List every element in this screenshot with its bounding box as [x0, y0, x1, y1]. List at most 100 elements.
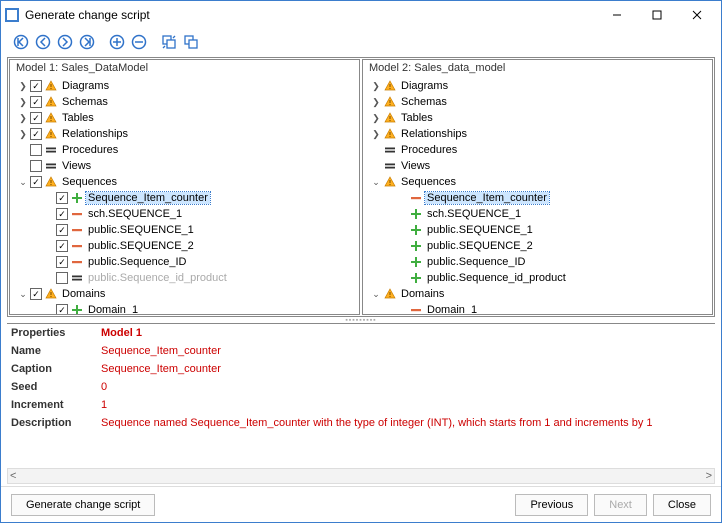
tree-label[interactable]: Diagrams — [60, 80, 111, 92]
scroll-right-icon[interactable]: > — [706, 470, 712, 482]
tree-label[interactable]: Views — [399, 160, 432, 172]
tree-checkbox[interactable] — [56, 192, 68, 204]
tree-node[interactable]: public.SEQUENCE_1 — [363, 222, 712, 238]
minimize-button[interactable] — [597, 2, 637, 28]
tree-node[interactable]: Views — [10, 158, 359, 174]
tree-checkbox[interactable] — [30, 128, 42, 140]
tree-node[interactable]: ⌄ Domains — [10, 286, 359, 302]
tree-node[interactable]: ❯ Diagrams — [10, 78, 359, 94]
tree-node[interactable]: sch.SEQUENCE_1 — [363, 206, 712, 222]
tree-twisty[interactable]: ❯ — [16, 81, 30, 92]
tree-label[interactable]: Domains — [60, 288, 107, 300]
tree-label[interactable]: Domain_1 — [86, 304, 140, 314]
tree-twisty[interactable]: ❯ — [369, 81, 383, 92]
tree-node[interactable]: Procedures — [10, 142, 359, 158]
tree-checkbox[interactable] — [30, 80, 42, 92]
tree-label[interactable]: Relationships — [399, 128, 469, 140]
next-button[interactable]: Next — [594, 494, 647, 516]
tree-label[interactable]: public.Sequence_id_product — [86, 272, 229, 284]
first-icon[interactable] — [11, 32, 31, 52]
tree-checkbox[interactable] — [56, 224, 68, 236]
tree-label[interactable]: Views — [60, 160, 93, 172]
swap-icon[interactable] — [159, 32, 179, 52]
tree-checkbox[interactable] — [30, 288, 42, 300]
tree-node[interactable]: ❯ Relationships — [363, 126, 712, 142]
tree-checkbox[interactable] — [30, 112, 42, 124]
tree-checkbox[interactable] — [56, 208, 68, 220]
prev-icon[interactable] — [33, 32, 53, 52]
tree-node[interactable]: Sequence_Item_counter — [10, 190, 359, 206]
remove-icon[interactable] — [129, 32, 149, 52]
tree-node[interactable]: Views — [363, 158, 712, 174]
tree-twisty[interactable]: ❯ — [369, 97, 383, 108]
tree-checkbox[interactable] — [56, 304, 68, 314]
tree-twisty[interactable]: ⌄ — [16, 289, 30, 300]
tree-twisty[interactable]: ❯ — [16, 129, 30, 140]
tree-node[interactable]: Domain_1 — [363, 302, 712, 314]
tree-node[interactable]: Sequence_Item_counter — [363, 190, 712, 206]
tree-node[interactable]: ⌄ Sequences — [363, 174, 712, 190]
generate-button[interactable]: Generate change script — [11, 494, 155, 516]
tree-twisty[interactable]: ❯ — [16, 113, 30, 124]
tree-node[interactable]: ⌄ Domains — [363, 286, 712, 302]
tree-label[interactable]: Sequence_Item_counter — [425, 192, 549, 204]
tree-node[interactable]: ❯ Schemas — [10, 94, 359, 110]
model1-tree[interactable]: ❯ Diagrams ❯ Schemas ❯ Tables ❯ Relationships Pr… — [10, 76, 359, 314]
tree-node[interactable]: public.Sequence_id_product — [363, 270, 712, 286]
tree-label[interactable]: Tables — [399, 112, 435, 124]
tree-checkbox[interactable] — [30, 144, 42, 156]
tree-node[interactable]: sch.SEQUENCE_1 — [10, 206, 359, 222]
tree-twisty[interactable]: ⌄ — [369, 177, 383, 188]
tree-label[interactable]: public.SEQUENCE_2 — [425, 240, 535, 252]
tree-label[interactable]: Domains — [399, 288, 446, 300]
tree-label[interactable]: public.SEQUENCE_1 — [86, 224, 196, 236]
tree-label[interactable]: public.SEQUENCE_2 — [86, 240, 196, 252]
tree-twisty[interactable]: ⌄ — [369, 289, 383, 300]
tree-label[interactable]: public.SEQUENCE_1 — [425, 224, 535, 236]
tree-label[interactable]: Sequences — [60, 176, 119, 188]
tree-checkbox[interactable] — [56, 240, 68, 252]
tree-node[interactable]: public.SEQUENCE_2 — [10, 238, 359, 254]
add-icon[interactable] — [107, 32, 127, 52]
tree-label[interactable]: sch.SEQUENCE_1 — [86, 208, 184, 220]
tree-label[interactable]: Relationships — [60, 128, 130, 140]
tree-node[interactable]: Procedures — [363, 142, 712, 158]
tree-node[interactable]: public.Sequence_ID — [363, 254, 712, 270]
last-icon[interactable] — [77, 32, 97, 52]
previous-button[interactable]: Previous — [515, 494, 588, 516]
tree-checkbox[interactable] — [30, 176, 42, 188]
tree-label[interactable]: public.Sequence_id_product — [425, 272, 568, 284]
tree-label[interactable]: Domain_1 — [425, 304, 479, 314]
tree-checkbox[interactable] — [56, 256, 68, 268]
tree-twisty[interactable]: ❯ — [16, 97, 30, 108]
tree-node[interactable]: ❯ Schemas — [363, 94, 712, 110]
close-footer-button[interactable]: Close — [653, 494, 711, 516]
tree-twisty[interactable]: ❯ — [369, 129, 383, 140]
tree-label[interactable]: Diagrams — [399, 80, 450, 92]
tree-label[interactable]: Schemas — [60, 96, 110, 108]
tree-twisty[interactable]: ⌄ — [16, 177, 30, 188]
tree-node[interactable]: ❯ Relationships — [10, 126, 359, 142]
tree-twisty[interactable]: ❯ — [369, 113, 383, 124]
tree-checkbox[interactable] — [30, 160, 42, 172]
tree-checkbox[interactable] — [30, 96, 42, 108]
maximize-button[interactable] — [637, 2, 677, 28]
tree-label[interactable]: Schemas — [399, 96, 449, 108]
scroll-left-icon[interactable]: < — [10, 470, 16, 482]
tree-checkbox[interactable] — [56, 272, 68, 284]
tree-node[interactable]: ❯ Tables — [363, 110, 712, 126]
tree-label[interactable]: public.Sequence_ID — [86, 256, 188, 268]
tree-node[interactable]: public.SEQUENCE_1 — [10, 222, 359, 238]
horizontal-scrollbar[interactable]: < > — [7, 468, 715, 484]
model2-tree[interactable]: ❯ Diagrams ❯ Schemas ❯ Tables ❯ Relationships Pr… — [363, 76, 712, 314]
tree-node[interactable]: ❯ Diagrams — [363, 78, 712, 94]
tree-label[interactable]: Tables — [60, 112, 96, 124]
tree-label[interactable]: public.Sequence_ID — [425, 256, 527, 268]
tree-node[interactable]: public.SEQUENCE_2 — [363, 238, 712, 254]
close-button[interactable] — [677, 2, 717, 28]
next-icon[interactable] — [55, 32, 75, 52]
tree-label[interactable]: Sequences — [399, 176, 458, 188]
tree-node[interactable]: ⌄ Sequences — [10, 174, 359, 190]
tree-node[interactable]: Domain_1 — [10, 302, 359, 314]
tree-label[interactable]: Procedures — [60, 144, 120, 156]
